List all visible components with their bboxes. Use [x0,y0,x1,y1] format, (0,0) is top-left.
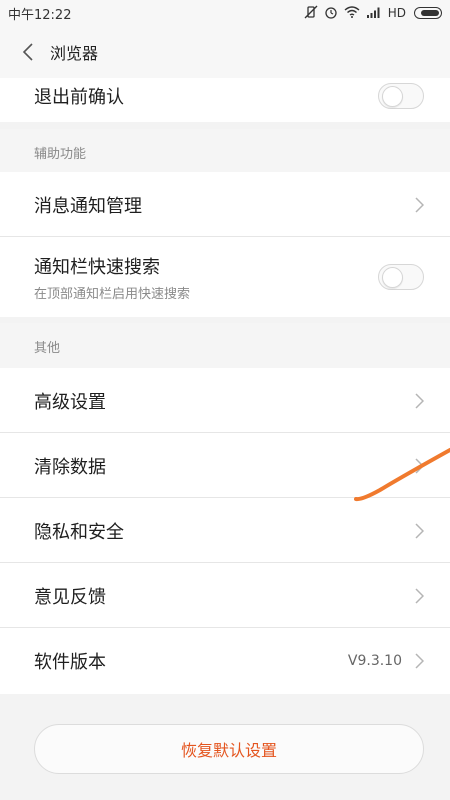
chevron-right-icon [415,652,424,669]
vibrate-off-icon [304,5,318,22]
chevron-right-icon [415,196,424,213]
alarm-icon [324,5,338,22]
chevron-right-icon [415,392,424,409]
reset-defaults-button[interactable]: 恢复默认设置 [34,724,424,774]
section-header-accessibility: 辅助功能 [0,129,450,175]
page-title: 浏览器 [50,44,99,63]
clear-data-row[interactable]: 清除数据 [0,433,450,498]
other-group: 高级设置 清除数据 隐私和安全 意见反馈 软件版本 V9.3.10 [0,368,450,694]
confirm-exit-label: 退出前确认 [34,87,124,108]
chevron-right-icon [415,587,424,604]
privacy-security-row[interactable]: 隐私和安全 [0,498,450,563]
status-icons: HD [304,5,442,22]
software-version-label: 软件版本 [34,651,106,673]
advanced-settings-label: 高级设置 [34,391,106,413]
software-version-value: V9.3.10 [347,652,402,669]
chevron-right-icon [415,457,424,474]
clear-data-label: 清除数据 [34,456,106,478]
notification-manage-label: 消息通知管理 [34,195,142,217]
signal-icon [366,6,382,21]
quick-search-sublabel: 在顶部通知栏启用快速搜索 [34,286,191,302]
confirm-exit-row[interactable]: 退出前确认 [0,78,450,122]
network-type-label: HD [387,6,406,20]
wifi-icon [344,5,360,21]
header-bar: 浏览器 [0,26,450,78]
status-bar: 中午12:22 HD [0,0,450,26]
feedback-label: 意见反馈 [34,586,106,608]
quick-search-label: 通知栏快速搜索 [34,256,160,278]
quick-search-toggle[interactable] [378,264,424,290]
advanced-settings-row[interactable]: 高级设置 [0,368,450,433]
status-time: 中午12:22 [8,7,72,23]
battery-icon [414,7,442,19]
back-button[interactable] [8,26,48,78]
privacy-security-label: 隐私和安全 [34,521,124,543]
notification-manage-row[interactable]: 消息通知管理 [0,172,450,237]
confirm-exit-toggle[interactable] [378,83,424,109]
section-header-other: 其他 [0,323,450,369]
chevron-right-icon [415,522,424,539]
software-version-row[interactable]: 软件版本 V9.3.10 [0,628,450,693]
accessibility-group: 消息通知管理 通知栏快速搜索 在顶部通知栏启用快速搜索 [0,172,450,317]
top-settings-group: 退出前确认 [0,78,450,122]
quick-search-row[interactable]: 通知栏快速搜索 在顶部通知栏启用快速搜索 [0,237,450,317]
chevron-left-icon [22,43,33,61]
feedback-row[interactable]: 意见反馈 [0,563,450,628]
